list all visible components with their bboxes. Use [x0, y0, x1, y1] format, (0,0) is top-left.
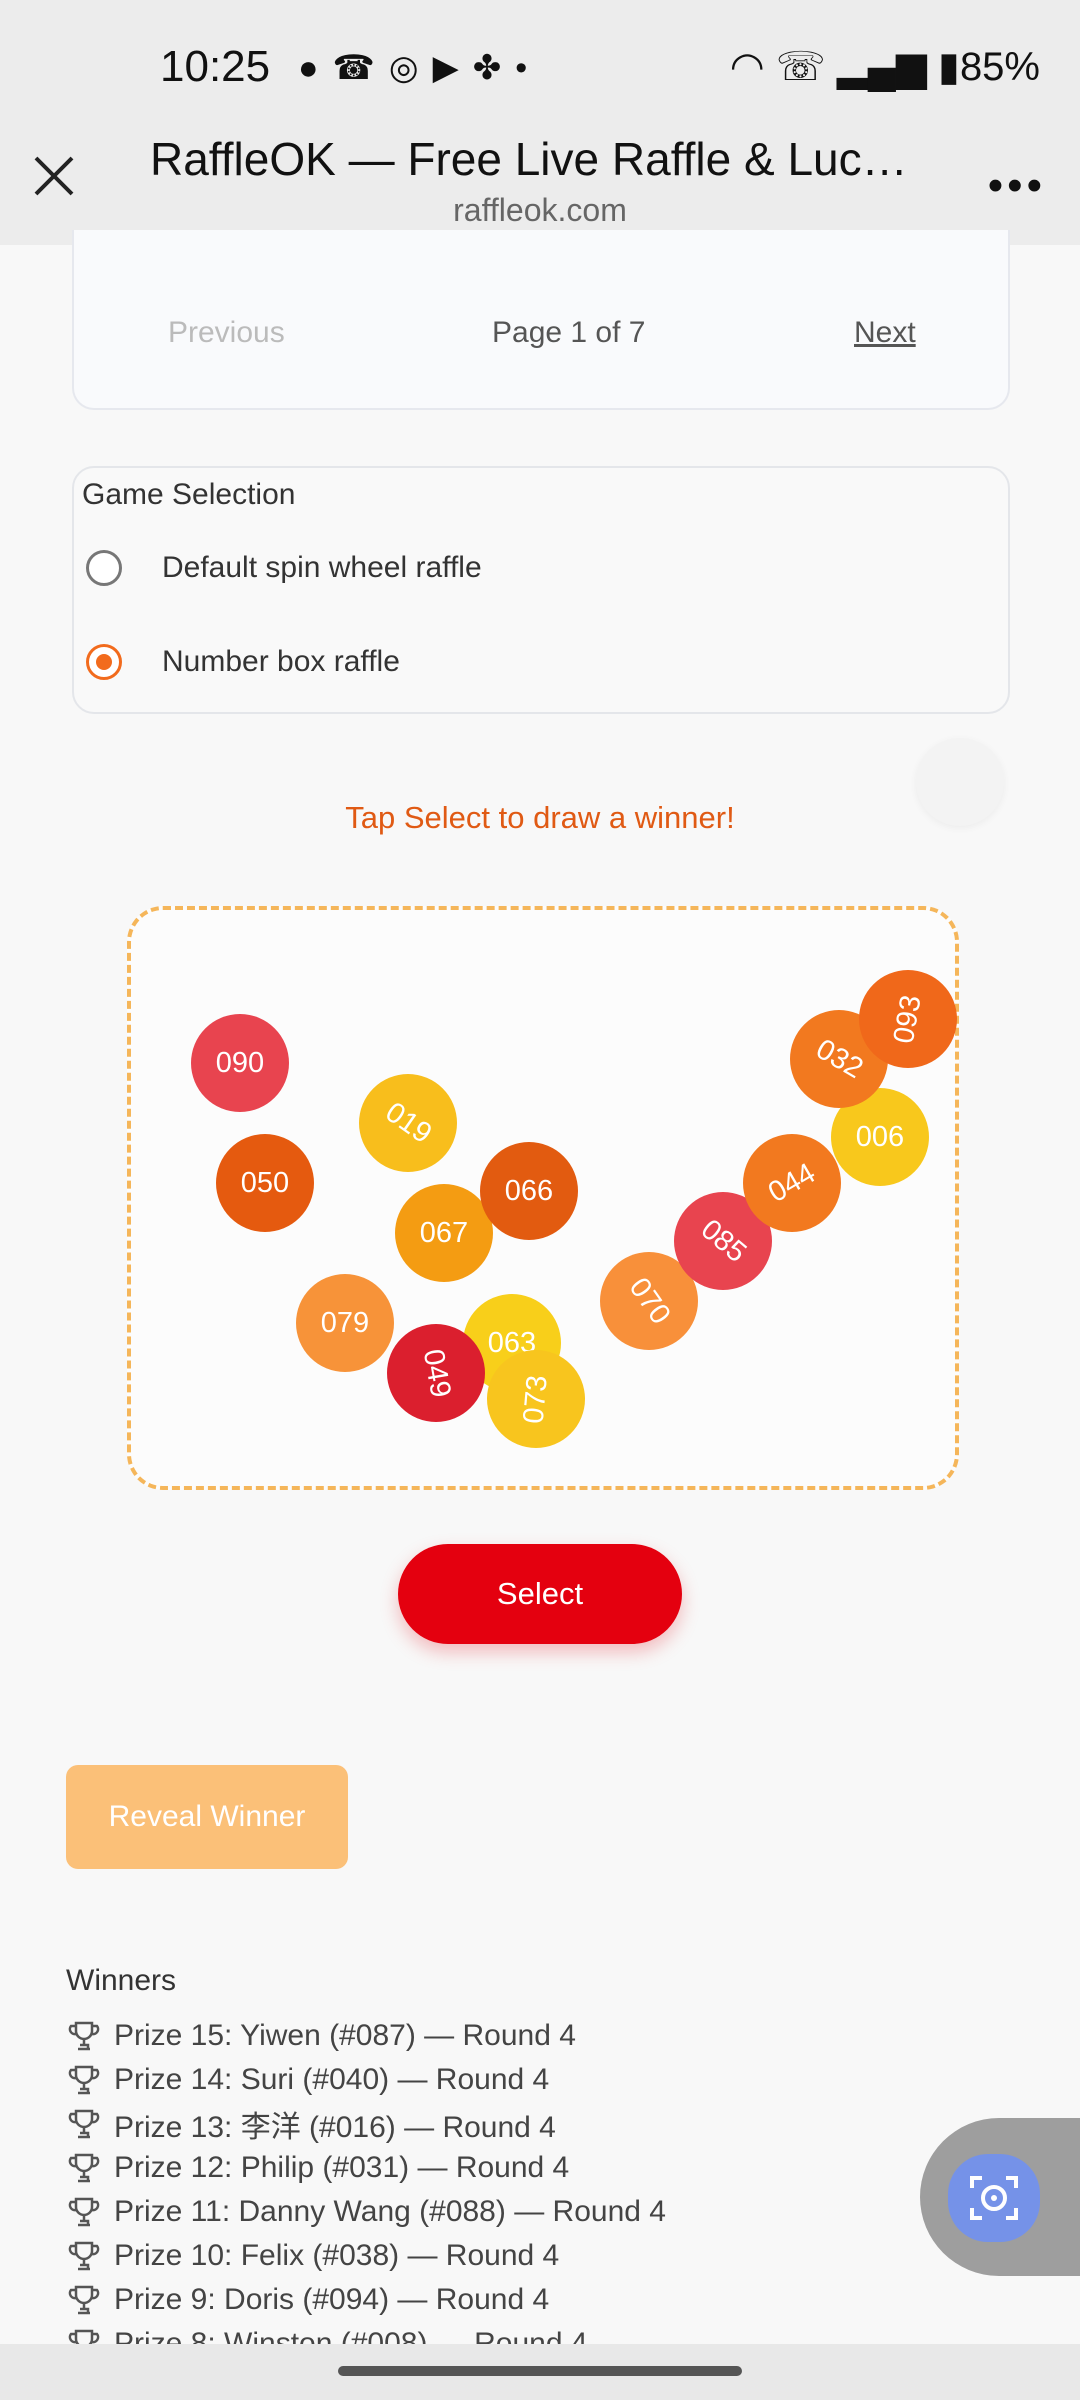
- radio-button-selected[interactable]: [86, 644, 122, 680]
- winner-text: Prize 8: Winston (#008) — Round 4: [114, 2327, 588, 2344]
- winner-text: Prize 15: Yiwen (#087) — Round 4: [114, 2019, 576, 2052]
- raffle-ball[interactable]: 067: [395, 1184, 493, 1282]
- ball-number: 044: [762, 1156, 821, 1209]
- signal-icon: ▂▄▆: [836, 45, 927, 89]
- whatsapp-icon: ◎: [388, 49, 433, 87]
- page-title: RaffleOK — Free Live Raffle & Lucky…: [150, 133, 930, 185]
- raffle-ball[interactable]: 044: [743, 1134, 841, 1232]
- option-spin-wheel[interactable]: Default spin wheel raffle: [86, 538, 482, 598]
- battery-percent: 85%: [959, 45, 1040, 89]
- raffle-ball[interactable]: 019: [359, 1074, 457, 1172]
- option-label: Default spin wheel raffle: [162, 551, 482, 584]
- more-menu-button[interactable]: •••: [988, 164, 1046, 208]
- winner-text: Prize 12: Philip (#031) — Round 4: [114, 2151, 570, 2184]
- winner-text: Prize 9: Doris (#094) — Round 4: [114, 2283, 550, 2316]
- missed-call-icon: ☎: [332, 49, 389, 87]
- screenshot-button[interactable]: [948, 2154, 1040, 2242]
- wifi-icon: ◠: [729, 45, 765, 89]
- notification-icons: ●☎◎▶✤•: [298, 48, 541, 88]
- option-number-box[interactable]: Number box raffle: [86, 632, 400, 692]
- youtube-icon: ▶: [432, 49, 473, 87]
- trophy-icon: [68, 2285, 100, 2315]
- ball-number: 070: [622, 1271, 677, 1330]
- reveal-winner-button[interactable]: Reveal Winner: [66, 1765, 348, 1869]
- winner-item: Prize 12: Philip (#031) — Round 4: [66, 2146, 966, 2190]
- ball-number: 073: [517, 1373, 554, 1425]
- home-handle[interactable]: [338, 2366, 742, 2376]
- winner-item: Prize 13: 李洋 (#016) — Round 4: [66, 2102, 966, 2146]
- ball-number: 049: [416, 1346, 457, 1400]
- winner-text: Prize 14: Suri (#040) — Round 4: [114, 2063, 550, 2096]
- number-box[interactable]: 090 019 050 067 066 079 063 049 073 070 …: [127, 906, 959, 1490]
- winner-text: Prize 10: Felix (#038) — Round 4: [114, 2239, 560, 2272]
- trophy-icon: [68, 2065, 100, 2095]
- winner-item: Prize 9: Doris (#094) — Round 4: [66, 2278, 966, 2322]
- previous-button[interactable]: Previous: [168, 316, 285, 350]
- raffle-ball[interactable]: 093: [859, 970, 957, 1068]
- game-selection-title: Game Selection: [82, 478, 296, 511]
- status-right: ◠ ☏ ▂▄▆ ▮85%: [730, 44, 1040, 90]
- browser-header: RaffleOK — Free Live Raffle & Lucky… raf…: [0, 120, 1080, 245]
- winners-title: Winners: [66, 1964, 177, 1997]
- winner-text: Prize 13: 李洋 (#016) — Round 4: [114, 2111, 556, 2144]
- winner-item: Prize 11: Danny Wang (#088) — Round 4: [66, 2190, 966, 2234]
- page-url: raffleok.com: [453, 192, 627, 228]
- raffle-ball[interactable]: 049: [387, 1324, 485, 1422]
- ball-number: 019: [379, 1095, 438, 1150]
- raffle-ball[interactable]: 073: [487, 1350, 585, 1448]
- trophy-icon: [68, 2021, 100, 2051]
- wifi-calling-icon: ☏: [775, 45, 826, 89]
- more-dots-icon: •••: [987, 161, 1046, 210]
- game-selection-card: Game Selection Default spin wheel raffle…: [72, 466, 1010, 714]
- winner-item: Prize 8: Winston (#008) — Round 4: [66, 2322, 966, 2344]
- trophy-icon: [68, 2241, 100, 2271]
- dot-icon: •: [515, 49, 542, 87]
- battery-icon: ▮: [937, 45, 960, 89]
- trophy-icon: [68, 2109, 100, 2139]
- ball-number: 090: [215, 1046, 265, 1079]
- ball-number: 093: [887, 992, 928, 1046]
- radio-button[interactable]: [86, 550, 122, 586]
- status-bar: 10:25 ●☎◎▶✤• ◠ ☏ ▂▄▆ ▮85%: [0, 0, 1080, 140]
- next-button[interactable]: Next: [854, 316, 916, 350]
- trophy-icon: [68, 2153, 100, 2183]
- winner-item: Prize 15: Yiwen (#087) — Round 4: [66, 2014, 966, 2058]
- winner-text: Prize 11: Danny Wang (#088) — Round 4: [114, 2195, 666, 2228]
- floating-panel: [920, 2118, 1080, 2276]
- pagination-card: Previous Page 1 of 7 Next: [72, 230, 1010, 410]
- status-time: 10:25: [160, 42, 271, 91]
- ball-number: 006: [855, 1120, 905, 1153]
- option-label: Number box raffle: [162, 645, 400, 678]
- ball-number: 067: [419, 1216, 469, 1249]
- winners-list: Prize 15: Yiwen (#087) — Round 4 Prize 14…: [66, 2014, 966, 2344]
- ball-number: 032: [810, 1032, 869, 1085]
- ball-number: 066: [504, 1174, 554, 1207]
- pinwheel-app-icon: ✤: [472, 49, 516, 87]
- select-button[interactable]: Select: [398, 1544, 682, 1644]
- screenshot-lens-icon: [970, 2176, 1018, 2220]
- trophy-icon: [68, 2197, 100, 2227]
- ball-number: 079: [320, 1306, 370, 1339]
- instruction-text: Tap Select to draw a winner!: [345, 800, 735, 835]
- trophy-icon: [68, 2329, 100, 2344]
- page-info: Page 1 of 7: [492, 316, 646, 349]
- raffle-ball[interactable]: 050: [216, 1134, 314, 1232]
- raffle-ball[interactable]: 090: [191, 1014, 289, 1112]
- navigation-bar: [0, 2344, 1080, 2400]
- winner-item: Prize 14: Suri (#040) — Round 4: [66, 2058, 966, 2102]
- raffle-ball[interactable]: 066: [480, 1142, 578, 1240]
- winner-item: Prize 10: Felix (#038) — Round 4: [66, 2234, 966, 2278]
- ball-number: 085: [694, 1212, 753, 1269]
- raffle-ball[interactable]: 079: [296, 1274, 394, 1372]
- ball-number: 050: [240, 1166, 290, 1199]
- chat-bubble-icon: ●: [298, 49, 333, 87]
